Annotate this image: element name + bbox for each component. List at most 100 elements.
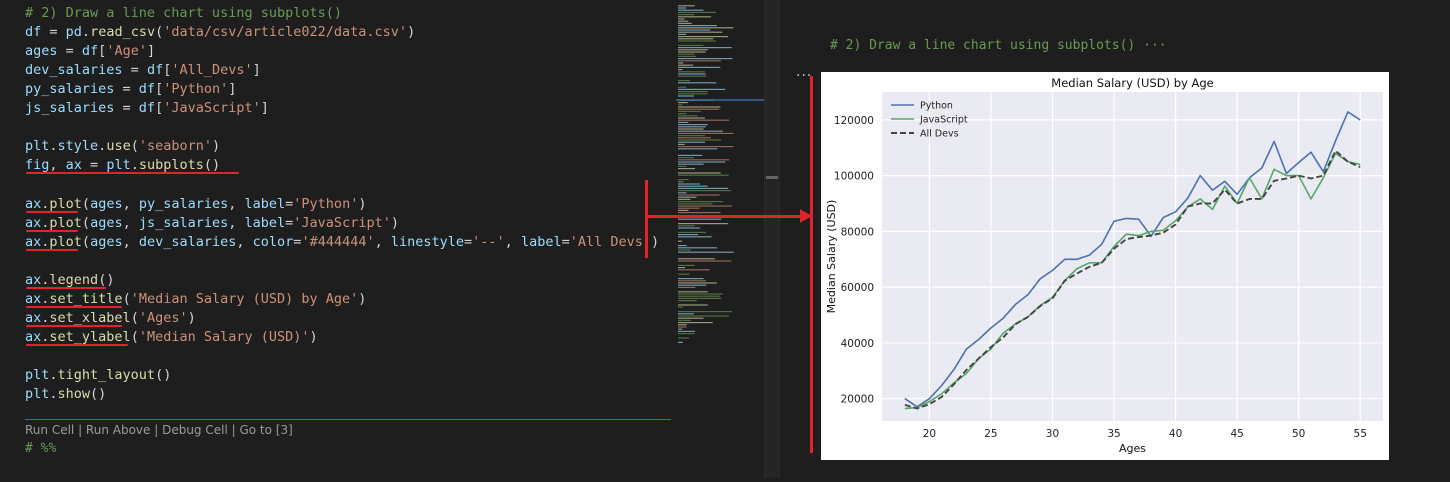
minimap-viewport[interactable] bbox=[676, 99, 764, 101]
code-line[interactable]: plt.tight_layout() bbox=[25, 366, 171, 385]
minimap-line bbox=[678, 324, 687, 326]
minimap-line bbox=[678, 75, 707, 77]
minimap-line bbox=[678, 278, 704, 280]
plot-area bbox=[882, 92, 1383, 421]
code-token: py_salaries bbox=[25, 81, 115, 98]
minimap-line bbox=[678, 282, 717, 284]
code-line[interactable]: # 2) Draw a line chart using subplots() bbox=[25, 4, 342, 23]
code-token: df bbox=[25, 24, 42, 41]
code-line[interactable]: ax.plot(ages, dev_salaries, color='#4444… bbox=[25, 233, 659, 252]
y-tick-label: 40000 bbox=[841, 338, 874, 350]
minimap-line bbox=[678, 163, 704, 165]
x-tick-label: 30 bbox=[1046, 428, 1059, 440]
line-chart: 20 25 30 35 40 45 50 55 20000 40000 60000 80000 1000… bbox=[825, 76, 1383, 455]
code-token: '#444444' bbox=[301, 233, 375, 250]
code-token: ages bbox=[90, 233, 123, 250]
minimap-line bbox=[678, 319, 691, 321]
minimap-line bbox=[678, 333, 695, 335]
minimap[interactable] bbox=[676, 0, 764, 478]
code-line[interactable]: dev_salaries = df['All_Devs'] bbox=[25, 61, 261, 80]
scrollbar-thumb[interactable] bbox=[766, 176, 778, 179]
y-tick-label: 80000 bbox=[841, 226, 874, 238]
minimap-line bbox=[678, 139, 721, 141]
minimap-line bbox=[678, 315, 730, 317]
code-line[interactable]: plt.style.use('seaborn') bbox=[25, 137, 220, 156]
code-line[interactable]: py_salaries = df['Python'] bbox=[25, 80, 236, 99]
x-tick-label: 35 bbox=[1107, 428, 1120, 440]
minimap-line bbox=[678, 165, 687, 167]
codelens-actions[interactable]: Run Cell | Run Above | Debug Cell | Go t… bbox=[25, 423, 293, 437]
code-token: = bbox=[114, 81, 139, 98]
code-token: , bbox=[236, 233, 253, 250]
annotation-arrow bbox=[645, 215, 801, 218]
x-tick-label: 20 bbox=[923, 428, 936, 440]
code-token: ax bbox=[25, 290, 42, 307]
code-token: set_title bbox=[49, 290, 123, 307]
code-token: ] bbox=[252, 62, 261, 79]
code-token: dev_salaries bbox=[25, 62, 123, 79]
code-token: ( bbox=[130, 328, 139, 345]
y-tick-label: 60000 bbox=[841, 282, 874, 294]
minimap-line bbox=[678, 234, 699, 236]
code-token: [ bbox=[155, 81, 164, 98]
y-axis-label: Median Salary (USD) bbox=[825, 200, 838, 314]
minimap-line bbox=[678, 93, 708, 95]
code-token: ) bbox=[407, 24, 416, 41]
code-token: legend bbox=[49, 271, 99, 288]
red-underline-annotation bbox=[26, 343, 128, 346]
code-token: ) bbox=[651, 233, 660, 250]
x-tick-label: 25 bbox=[984, 428, 997, 440]
minimap-line bbox=[678, 330, 695, 332]
minimap-line bbox=[678, 273, 690, 275]
minimap-line bbox=[678, 337, 689, 339]
minimap-line bbox=[678, 104, 683, 106]
minimap-line bbox=[678, 117, 705, 119]
code-token: 'Python' bbox=[163, 81, 229, 98]
minimap-line bbox=[678, 269, 710, 271]
code-token: use bbox=[106, 138, 131, 155]
code-token: ages bbox=[25, 43, 58, 60]
code-line[interactable]: df = pd.read_csv('data/csv/article022/da… bbox=[25, 23, 415, 42]
code-editor[interactable]: # 2) Draw a line chart using subplots() d… bbox=[0, 0, 672, 478]
code-token: dev_salaries bbox=[138, 233, 237, 250]
code-token: color bbox=[252, 233, 294, 250]
code-token: 'Python' bbox=[293, 195, 359, 212]
code-token: plot bbox=[49, 233, 82, 250]
code-line[interactable]: ax.plot(ages, js_salaries, label='JavaSc… bbox=[25, 214, 399, 233]
minimap-line bbox=[678, 16, 712, 18]
cell-input-preview[interactable]: # 2) Draw a line chart using subplots() … bbox=[830, 38, 1167, 53]
minimap-line bbox=[678, 159, 730, 161]
minimap-line bbox=[678, 174, 729, 176]
code-token: . bbox=[130, 157, 139, 174]
minimap-line bbox=[678, 29, 711, 31]
code-line[interactable]: js_salaries = df['JavaScript'] bbox=[25, 99, 269, 118]
y-tick-label: 120000 bbox=[834, 115, 874, 127]
code-token: set_ylabel bbox=[49, 328, 131, 345]
plot-output: 20 25 30 35 40 45 50 55 20000 40000 60000 80000 1000… bbox=[821, 72, 1389, 460]
code-token: set_xlabel bbox=[49, 309, 131, 326]
x-tick-label: 45 bbox=[1230, 428, 1243, 440]
code-token: 'seaborn' bbox=[138, 138, 212, 155]
code-line[interactable]: ages = df['Age'] bbox=[25, 42, 155, 61]
minimap-line bbox=[678, 209, 689, 211]
code-line[interactable]: plt.show() bbox=[25, 385, 106, 404]
code-token: subplots bbox=[138, 157, 204, 174]
code-token: df bbox=[146, 62, 164, 79]
code-token: ( bbox=[122, 290, 131, 307]
minimap-line bbox=[678, 115, 698, 117]
minimap-line bbox=[678, 251, 734, 253]
code-token: ax bbox=[65, 157, 82, 174]
minimap-line bbox=[678, 110, 701, 112]
minimap-line bbox=[678, 135, 705, 137]
code-token: = bbox=[561, 233, 570, 250]
editor-scrollbar[interactable] bbox=[764, 0, 779, 478]
code-token: , bbox=[122, 214, 139, 231]
minimap-line bbox=[678, 113, 687, 115]
minimap-line bbox=[678, 60, 721, 62]
minimap-line bbox=[678, 47, 732, 49]
minimap-line bbox=[678, 141, 706, 143]
minimap-line bbox=[678, 71, 705, 73]
minimap-line bbox=[678, 223, 729, 225]
minimap-line bbox=[678, 18, 685, 20]
next-cell-marker: # %% bbox=[25, 441, 57, 456]
